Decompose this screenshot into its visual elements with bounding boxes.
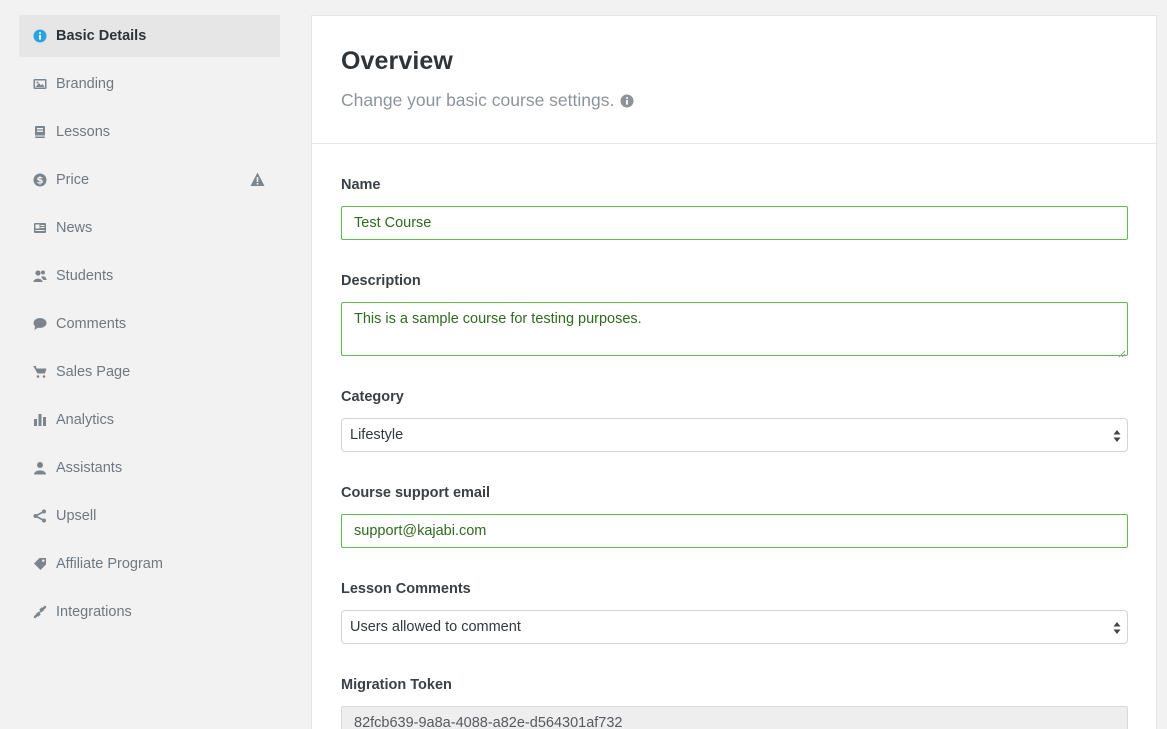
sidebar: Basic Details Branding Lessons $ Price N… [19,15,280,639]
user-icon [33,461,47,475]
name-input[interactable]: Test Course [341,206,1128,240]
select-arrows-icon [1113,621,1121,635]
sidebar-item-label: Branding [56,76,115,92]
name-label: Name [341,177,381,193]
students-icon [33,269,47,283]
lesson-comments-label: Lesson Comments [341,581,471,597]
support-email-input[interactable]: support@kajabi.com [341,514,1128,548]
newspaper-icon [33,221,47,235]
sidebar-item-upsell[interactable]: Upsell [19,495,280,537]
page-subtitle: Change your basic course settings. [341,90,1156,111]
sidebar-item-basic-details[interactable]: Basic Details [19,15,280,57]
category-field-group: Category Lifestyle [341,389,1128,452]
category-label: Category [341,389,404,405]
sidebar-item-assistants[interactable]: Assistants [19,447,280,489]
svg-text:$: $ [37,176,44,187]
name-field-group: Name Test Course [341,177,1128,240]
page-subtitle-text: Change your basic course settings. [341,90,615,110]
migration-token-field-group: Migration Token 82fcb639-9a8a-4088-a82e-… [341,677,1128,729]
support-email-label: Course support email [341,485,491,501]
bar-chart-icon [33,413,47,427]
panel-header: Overview Change your basic course settin… [312,16,1156,144]
sidebar-item-label: Sales Page [56,364,131,380]
sidebar-item-price[interactable]: $ Price [19,159,280,201]
main-panel: Overview Change your basic course settin… [311,15,1157,729]
sidebar-item-branding[interactable]: Branding [19,63,280,105]
sidebar-item-label: News [56,220,93,236]
share-icon [33,509,47,523]
migration-token-label: Migration Token [341,677,452,693]
sidebar-item-news[interactable]: News [19,207,280,249]
lesson-comments-field-group: Lesson Comments Users allowed to comment [341,581,1128,644]
sidebar-item-label: Assistants [56,460,123,476]
image-icon [33,77,47,91]
sidebar-item-students[interactable]: Students [19,255,280,297]
sidebar-item-integrations[interactable]: Integrations [19,591,280,633]
sidebar-item-label: Basic Details [56,28,147,44]
book-icon [33,125,47,139]
dollar-circle-icon: $ [33,173,47,187]
sidebar-item-label: Price [56,172,90,188]
category-selected-value: Lifestyle [350,427,404,443]
sidebar-item-analytics[interactable]: Analytics [19,399,280,441]
sidebar-item-lessons[interactable]: Lessons [19,111,280,153]
comment-icon [33,317,47,331]
tag-icon [33,557,47,571]
cart-icon [33,365,47,379]
select-arrows-icon [1113,429,1121,443]
sidebar-item-affiliate-program[interactable]: Affiliate Program [19,543,280,585]
sidebar-item-label: Comments [56,316,127,332]
description-field-group: Description This is a sample course for … [341,273,1128,358]
sidebar-item-label: Upsell [56,508,97,524]
migration-token-input[interactable]: 82fcb639-9a8a-4088-a82e-d564301af732 [341,706,1128,729]
category-select[interactable]: Lifestyle [341,418,1128,452]
sidebar-item-label: Lessons [56,124,111,140]
description-textarea[interactable]: This is a sample course for testing purp… [341,302,1128,358]
info-icon[interactable] [620,94,634,108]
link-icon [33,605,47,619]
lesson-comments-selected-value: Users allowed to comment [350,619,521,635]
sidebar-item-label: Integrations [56,604,132,620]
description-text: This is a sample course for testing purp… [354,311,642,327]
sidebar-item-comments[interactable]: Comments [19,303,280,345]
support-email-field-group: Course support email support@kajabi.com [341,485,1128,548]
sidebar-item-label: Affiliate Program [56,556,163,572]
warning-icon [250,172,265,187]
page-title: Overview [341,47,453,75]
sidebar-item-label: Students [56,268,114,284]
lesson-comments-select[interactable]: Users allowed to comment [341,610,1128,644]
resize-grip-icon[interactable] [1118,346,1126,358]
sidebar-item-label: Analytics [56,412,115,428]
course-settings-form: Name Test Course Description This is a s… [312,144,1156,729]
sidebar-item-sales-page[interactable]: Sales Page [19,351,280,393]
description-label: Description [341,273,421,289]
info-circle-icon [33,29,47,43]
